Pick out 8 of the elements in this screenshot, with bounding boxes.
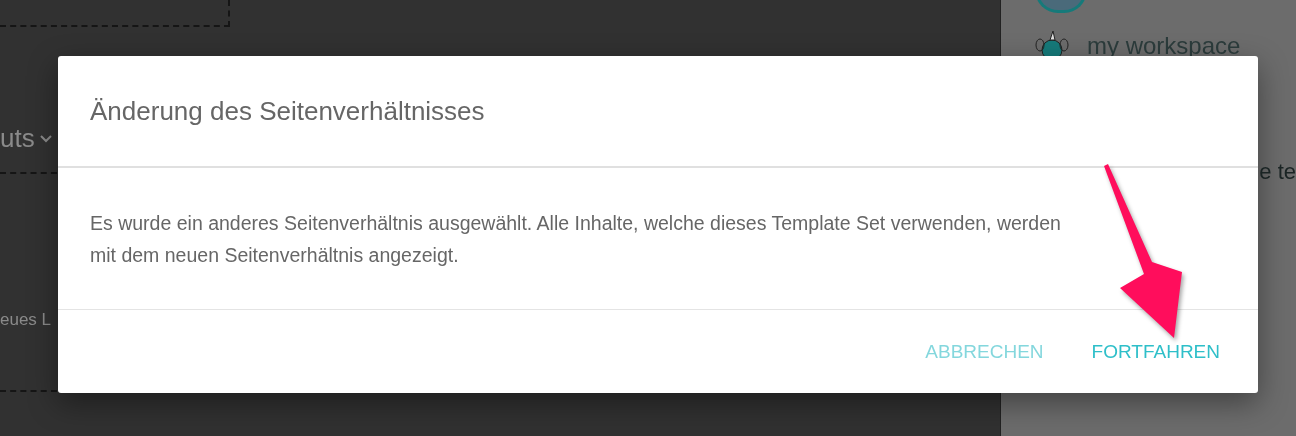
- cancel-button[interactable]: ABBRECHEN: [911, 332, 1058, 371]
- side-text: e te: [1259, 159, 1296, 185]
- dialog-title: Änderung des Seitenverhältnisses: [90, 95, 485, 127]
- chevron-icon: [38, 133, 53, 144]
- section-label: uts: [0, 123, 53, 154]
- dialog-message: Es wurde ein anderes Seitenverhältnis ausgewählt. Alle Inhalte, welche dieses Template Set verwenden, werden mit dem neuen Seitenverhältnis angezeigt.: [90, 210, 1062, 268]
- continue-button[interactable]: FORTFAHREN: [1077, 332, 1234, 371]
- new-item-label: eues L: [0, 310, 52, 330]
